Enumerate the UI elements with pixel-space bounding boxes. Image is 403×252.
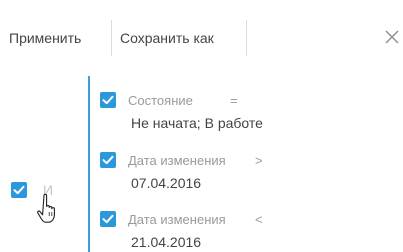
apply-button[interactable]: Применить bbox=[9, 22, 109, 54]
hand-cursor-icon bbox=[37, 193, 55, 223]
condition-column-label[interactable]: Дата изменения < bbox=[128, 212, 263, 227]
condition-checkbox[interactable] bbox=[100, 152, 116, 168]
condition-operator[interactable]: < bbox=[255, 212, 263, 227]
condition-value[interactable]: 21.04.2016 bbox=[131, 234, 201, 250]
condition-value[interactable]: 07.04.2016 bbox=[131, 175, 201, 191]
condition-operator[interactable]: = bbox=[230, 93, 238, 108]
group-checkbox[interactable] bbox=[11, 182, 27, 198]
save-as-button[interactable]: Сохранить как bbox=[120, 22, 244, 54]
condition-checkbox[interactable] bbox=[100, 92, 116, 108]
toolbar-divider bbox=[111, 20, 112, 56]
condition-operator[interactable]: > bbox=[255, 153, 263, 168]
filter-toolbar: Применить Сохранить как bbox=[0, 0, 403, 70]
toolbar-divider bbox=[246, 20, 247, 56]
condition-value[interactable]: Не начата; В работе bbox=[131, 115, 263, 131]
close-icon[interactable] bbox=[384, 29, 400, 45]
condition-column-label[interactable]: Состояние = bbox=[128, 93, 238, 108]
condition-checkbox[interactable] bbox=[100, 211, 116, 227]
group-bracket bbox=[88, 76, 90, 252]
condition-column-label[interactable]: Дата изменения > bbox=[128, 153, 263, 168]
